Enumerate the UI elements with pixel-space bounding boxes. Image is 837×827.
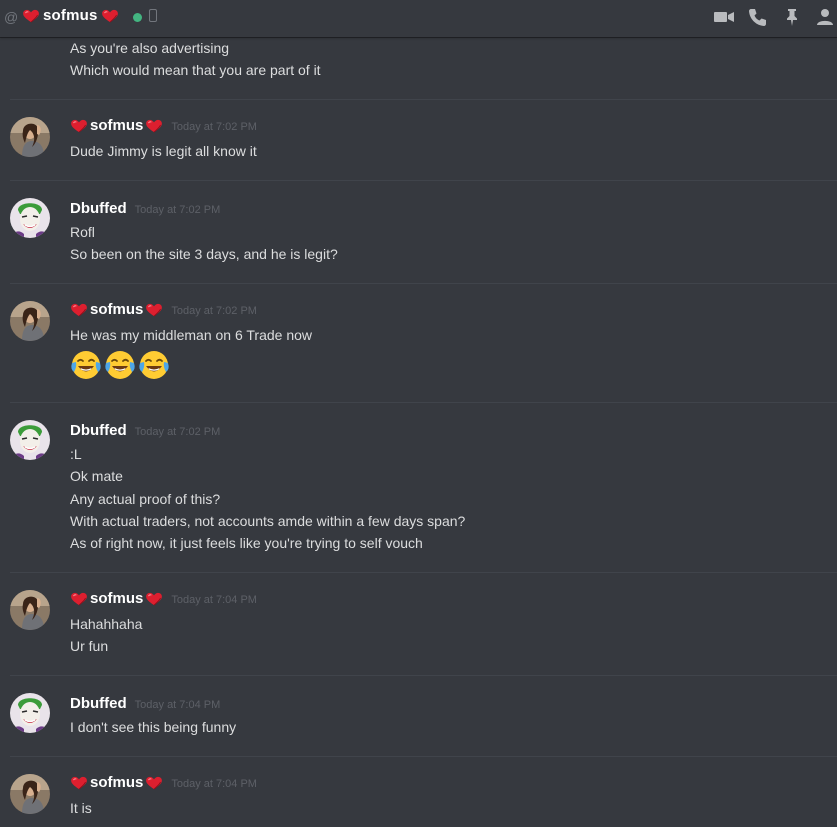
username[interactable]: Dbuffed [70, 695, 127, 712]
heart-icon [145, 776, 163, 790]
avatar[interactable] [10, 774, 50, 814]
pin-icon[interactable] [781, 6, 803, 28]
at-symbol: @ [4, 9, 19, 25]
message-line: As of right now, it just feels like you'… [70, 535, 423, 551]
username[interactable]: sofmus [70, 590, 163, 607]
heart-icon [70, 303, 88, 317]
header-toolbar [713, 6, 837, 28]
message-line: It is [70, 800, 92, 816]
online-status-icon [133, 13, 142, 22]
timestamp[interactable]: Today at 7:02 PM [135, 426, 221, 438]
message-line: I don't see this being funny [70, 719, 237, 735]
avatar[interactable] [10, 301, 50, 341]
message-header: Dbuffed Today at 7:02 PM [70, 200, 220, 217]
message-header: sofmus Today at 7:04 PM [70, 774, 257, 791]
username[interactable]: sofmus [70, 774, 163, 791]
timestamp[interactable]: Today at 7:04 PM [171, 778, 257, 790]
message-header: sofmus Today at 7:02 PM [70, 301, 257, 318]
timestamp[interactable]: Today at 7:02 PM [171, 305, 257, 317]
message-divider [10, 402, 837, 403]
heart-icon [70, 776, 88, 790]
heart-icon [22, 9, 40, 23]
avatar[interactable] [10, 693, 50, 733]
avatar[interactable] [10, 117, 50, 157]
message-line: Dude Jimmy is legit all know it [70, 143, 257, 159]
timestamp[interactable]: Today at 7:04 PM [171, 594, 257, 606]
message-divider [10, 756, 837, 757]
message-header: sofmus Today at 7:04 PM [70, 590, 257, 607]
heart-icon [145, 303, 163, 317]
message-line: Rofl [70, 224, 95, 240]
avatar[interactable] [10, 198, 50, 238]
timestamp[interactable]: Today at 7:02 PM [135, 204, 221, 216]
message-divider [10, 675, 837, 676]
video-camera-icon[interactable] [713, 6, 735, 28]
channel-name: sofmus [43, 7, 98, 24]
message-divider [10, 99, 837, 100]
username-text: sofmus [90, 117, 144, 134]
message-line: With actual traders, not accounts amde w… [70, 513, 466, 529]
avatar[interactable] [10, 590, 50, 630]
message-divider [10, 180, 837, 181]
message-list[interactable]: As you're also advertising Which would m… [0, 37, 837, 827]
members-icon[interactable] [815, 6, 837, 28]
phone-icon[interactable] [747, 6, 769, 28]
username[interactable]: Dbuffed [70, 422, 127, 439]
username-text: sofmus [90, 774, 144, 791]
message-line: Ok mate [70, 468, 123, 484]
message-divider [10, 572, 837, 573]
timestamp[interactable]: Today at 7:02 PM [171, 121, 257, 133]
message-header: Dbuffed Today at 7:04 PM [70, 695, 220, 712]
username-text: sofmus [90, 301, 144, 318]
message-line: Hahahhaha [70, 616, 143, 632]
heart-icon [145, 119, 163, 133]
message-line: So been on the site 3 days, and he is le… [70, 246, 338, 262]
mobile-device-icon [149, 9, 157, 22]
message-line: :L [70, 446, 82, 462]
message-line: As you're also advertising [70, 40, 230, 56]
heart-icon [70, 592, 88, 606]
username[interactable]: Dbuffed [70, 200, 127, 217]
heart-icon [145, 592, 163, 606]
message-line: He was my middleman on 6 Trade now [70, 327, 312, 343]
emoji-row [70, 349, 170, 381]
joy-emoji-icon[interactable] [70, 349, 102, 381]
message-line: Any actual proof of this? [70, 491, 221, 507]
message-line: Ur fun [70, 638, 109, 654]
heart-icon [101, 9, 119, 23]
username-text: sofmus [90, 590, 144, 607]
avatar[interactable] [10, 420, 50, 460]
message-divider [10, 283, 837, 284]
username[interactable]: sofmus [70, 301, 163, 318]
timestamp[interactable]: Today at 7:04 PM [135, 699, 221, 711]
message-line: Which would mean that you are part of it [70, 62, 321, 78]
joy-emoji-icon[interactable] [104, 349, 136, 381]
message-header: Dbuffed Today at 7:02 PM [70, 422, 220, 439]
channel-title: sofmus [22, 7, 119, 24]
channel-header: @ sofmus [0, 0, 837, 37]
heart-icon [70, 119, 88, 133]
joy-emoji-icon[interactable] [138, 349, 170, 381]
username[interactable]: sofmus [70, 117, 163, 134]
message-header: sofmus Today at 7:02 PM [70, 117, 257, 134]
